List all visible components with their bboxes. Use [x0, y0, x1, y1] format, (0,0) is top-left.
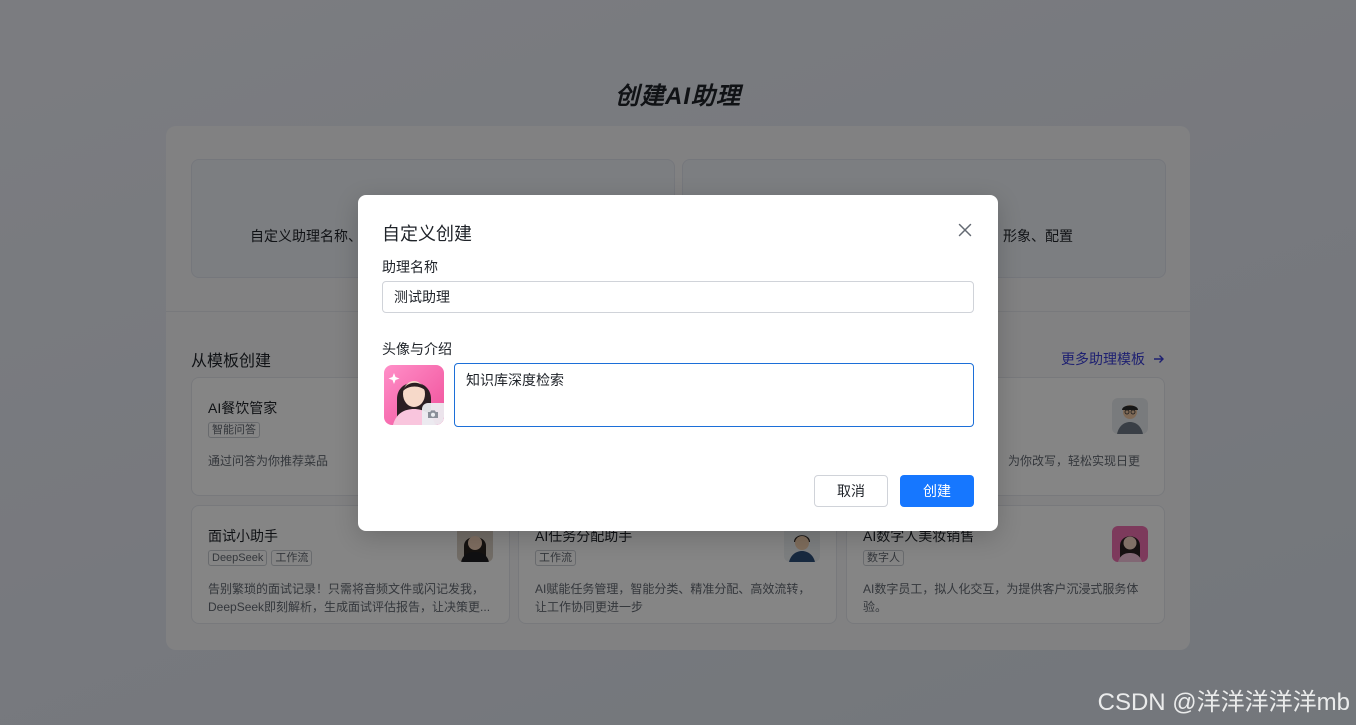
- custom-create-dialog: 自定义创建 助理名称 头像与介绍: [358, 195, 998, 531]
- assistant-name-input[interactable]: [382, 281, 974, 313]
- close-icon: [958, 223, 972, 237]
- create-button[interactable]: 创建: [900, 475, 974, 507]
- watermark: CSDN @洋洋洋洋洋mb: [1097, 689, 1350, 716]
- camera-icon: [428, 410, 438, 418]
- avatar-upload[interactable]: [384, 365, 444, 425]
- close-button[interactable]: [956, 221, 974, 239]
- cancel-button[interactable]: 取消: [814, 475, 888, 507]
- camera-badge[interactable]: [422, 403, 444, 425]
- assistant-name-label: 助理名称: [382, 259, 438, 275]
- intro-textarea[interactable]: 知识库深度检索: [454, 363, 974, 427]
- avatar-intro-label: 头像与介绍: [382, 341, 452, 357]
- dialog-title: 自定义创建: [382, 224, 472, 244]
